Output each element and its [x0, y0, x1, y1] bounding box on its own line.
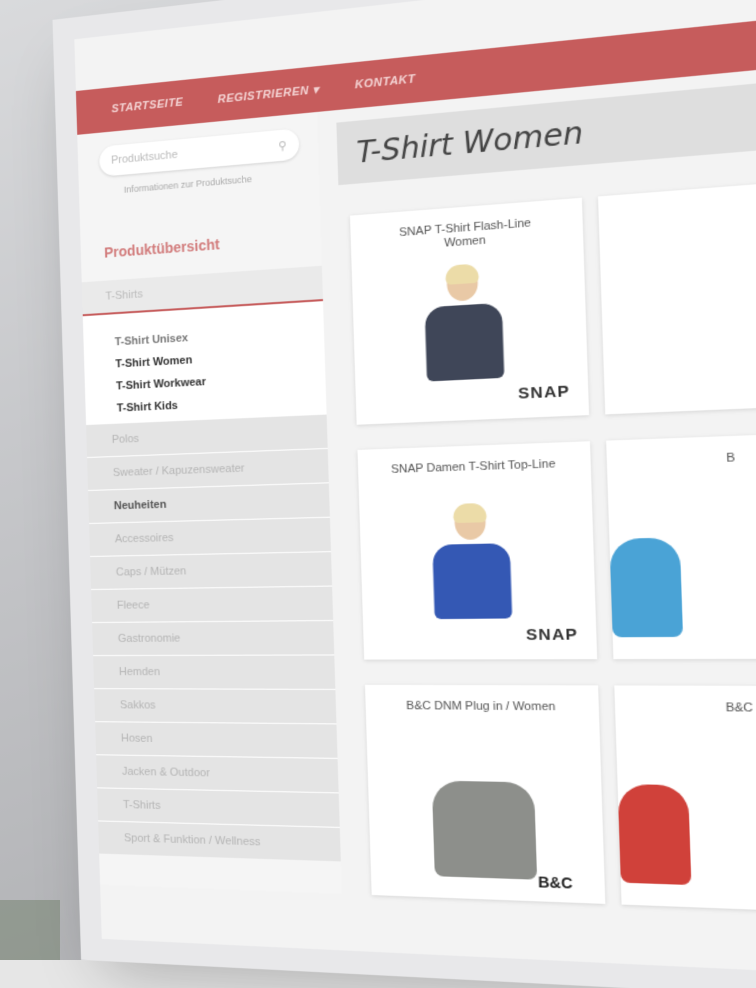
product-image[interactable]: [618, 784, 692, 885]
category-item[interactable]: Hemden: [93, 654, 335, 688]
category-item[interactable]: Gastronomie: [92, 620, 334, 655]
main-content: T-Shirt Women SNAP T-Shirt Flash-Line Wo…: [317, 61, 756, 914]
product-name[interactable]: B&C DNM Plug in / Women: [365, 699, 599, 714]
section-title: Produktübersicht: [104, 228, 321, 260]
category-item[interactable]: Hosen: [95, 721, 337, 758]
product-name[interactable]: B&C: [615, 701, 756, 717]
product-card[interactable]: B: [606, 431, 756, 659]
nav-register[interactable]: Registrieren ▾: [217, 82, 319, 105]
subcategory-list: T-Shirt Unisex T-Shirt Women T-Shirt Wor…: [83, 301, 327, 424]
subcategory-item[interactable]: T-Shirt Workwear: [116, 370, 326, 393]
nav-contact[interactable]: Kontakt: [355, 73, 416, 92]
category-item[interactable]: Jacken & Outdoor: [96, 754, 339, 792]
subcategory-item-active[interactable]: T-Shirt Women: [115, 347, 325, 371]
product-name[interactable]: [599, 193, 756, 212]
product-image[interactable]: [431, 504, 513, 633]
subcategory-item[interactable]: T-Shirt Kids: [117, 393, 327, 415]
product-grid: SNAP T-Shirt Flash-Line Women SNAP SNAP …: [339, 177, 756, 914]
nav-home[interactable]: Startseite: [111, 96, 183, 115]
category-item[interactable]: Sport & Funktion / Wellness: [98, 820, 341, 861]
brand-logo: SNAP: [526, 626, 579, 645]
category-item[interactable]: Sakkos: [94, 688, 336, 723]
product-card[interactable]: [598, 177, 756, 414]
search-input[interactable]: Produktsuche ⚲: [99, 128, 300, 177]
brand-logo: SNAP: [518, 382, 570, 403]
category-item[interactable]: Fleece: [91, 586, 333, 622]
sidebar: Produktsuche ⚲ Informationen zur Produkt…: [77, 112, 342, 894]
product-card[interactable]: SNAP T-Shirt Flash-Line Women SNAP: [350, 198, 589, 425]
category-item[interactable]: Accessoires: [89, 517, 331, 556]
product-image[interactable]: [609, 537, 683, 637]
product-card[interactable]: SNAP Damen T-Shirt Top-Line SNAP: [357, 441, 597, 659]
category-item[interactable]: Caps / Mützen: [90, 551, 332, 589]
search-icon[interactable]: ⚲: [278, 138, 287, 152]
monitor-screen: Startseite Registrieren ▾ Kontakt Produk…: [74, 0, 756, 976]
product-name[interactable]: SNAP Damen T-Shirt Top-Line: [358, 456, 591, 478]
product-name[interactable]: B: [607, 447, 756, 470]
product-card[interactable]: B&C DNM Plug in / Women B&C: [365, 685, 605, 904]
product-image[interactable]: [432, 781, 537, 880]
product-card[interactable]: B&C: [614, 685, 756, 914]
product-name[interactable]: SNAP T-Shirt Flash-Line Women: [350, 213, 583, 258]
brand-logo: B&C: [538, 873, 573, 892]
subcategory-item[interactable]: T-Shirt Unisex: [115, 324, 325, 348]
product-image[interactable]: [423, 264, 504, 396]
search-placeholder: Produktsuche: [111, 149, 178, 167]
